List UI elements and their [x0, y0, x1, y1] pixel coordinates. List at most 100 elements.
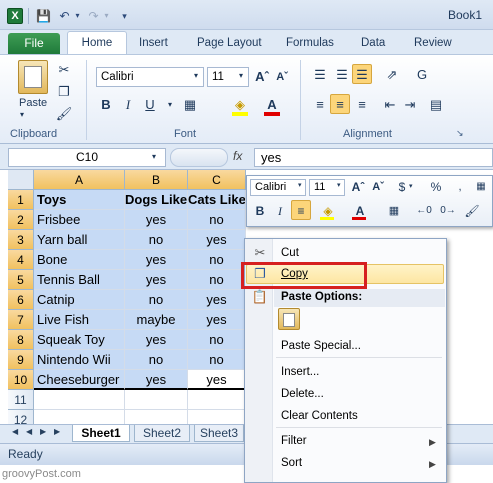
tab-insert[interactable]: Insert	[139, 37, 168, 49]
customize-toolbar-icon[interactable]: ▾	[117, 9, 132, 23]
borders-icon[interactable]: ▦	[180, 95, 200, 115]
sheet-tab-sheet2[interactable]: Sheet2	[134, 425, 190, 442]
formula-bar-splitter[interactable]	[170, 148, 228, 167]
row-header[interactable]: 8	[8, 330, 34, 350]
tab-file[interactable]: File	[8, 33, 60, 54]
column-header-c[interactable]: C	[188, 170, 246, 190]
cell-a[interactable]: Live Fish	[34, 310, 125, 330]
sheet-tab-sheet1[interactable]: Sheet1	[72, 425, 130, 442]
mini-format-painter-icon[interactable]: 🖌	[462, 201, 482, 221]
copy-icon[interactable]: ❐	[54, 82, 74, 102]
italic-button[interactable]: I	[118, 95, 138, 115]
mini-percent-icon[interactable]: %	[426, 177, 446, 197]
cell-a[interactable]: Toys	[34, 190, 125, 210]
last-sheet-icon[interactable]: ▶	[54, 427, 60, 436]
next-sheet-icon[interactable]: ▶	[40, 427, 46, 436]
row-header[interactable]: 11	[8, 390, 34, 410]
column-header-a[interactable]: A	[34, 170, 125, 190]
align-left-icon[interactable]: ≡	[310, 95, 330, 115]
cell-a[interactable]: Catnip	[34, 290, 125, 310]
column-header-b[interactable]: B	[125, 170, 188, 190]
cell-a[interactable]: Squeak Toy	[34, 330, 125, 350]
cell-a[interactable]: Nintendo Wii	[34, 350, 125, 370]
row-header[interactable]: 4	[8, 250, 34, 270]
tab-data[interactable]: Data	[361, 37, 385, 49]
cell-b[interactable]: Dogs Like	[125, 190, 188, 210]
cell-a[interactable]: Cheeseburger	[34, 370, 125, 390]
mini-shrink-font-icon[interactable]: Aˇ	[368, 177, 388, 197]
cell-b[interactable]: maybe	[125, 310, 188, 330]
cell-c[interactable]	[188, 390, 246, 410]
cell-a[interactable]: Yarn ball	[34, 230, 125, 250]
mini-increase-decimal-icon[interactable]: ←0	[414, 201, 434, 221]
cell-c[interactable]: yes	[188, 290, 246, 310]
menu-item-insert[interactable]: Insert...	[281, 366, 319, 378]
merge-center-icon[interactable]: ▤	[426, 95, 446, 115]
top-align-icon[interactable]: ☰	[310, 65, 330, 85]
excel-app-icon[interactable]: X	[7, 8, 23, 24]
select-all-button[interactable]	[8, 170, 34, 190]
cell-b[interactable]: yes	[125, 330, 188, 350]
cell-b[interactable]: no	[125, 350, 188, 370]
cell-c[interactable]: yes	[188, 370, 246, 390]
prev-sheet-icon[interactable]: ◀	[26, 427, 32, 436]
shrink-font-icon[interactable]: Aˇ	[272, 67, 292, 87]
mini-comma-icon[interactable]: ,	[450, 177, 470, 197]
underline-dropdown-icon[interactable]: ▾	[160, 95, 180, 115]
mini-bold-button[interactable]: B	[250, 201, 270, 221]
decrease-indent-icon[interactable]: ⇤	[380, 95, 400, 115]
menu-item-paste-special[interactable]: Paste Special...	[281, 340, 361, 352]
cell-b[interactable]	[125, 390, 188, 410]
paste-button[interactable]: Paste	[19, 97, 47, 109]
orientation-icon[interactable]: ⇗	[382, 65, 402, 85]
align-center-icon[interactable]: ≡	[330, 94, 350, 114]
increase-indent-icon[interactable]: ⇥	[400, 95, 420, 115]
mini-size-dropdown-icon[interactable]: ▾	[337, 181, 341, 189]
name-box[interactable]: C10	[8, 148, 166, 167]
underline-button[interactable]: U	[140, 95, 160, 115]
tab-home[interactable]: Home	[67, 31, 127, 55]
middle-align-icon[interactable]: ☰	[332, 65, 352, 85]
cell-b[interactable]: yes	[125, 250, 188, 270]
cell-a[interactable]	[34, 390, 125, 410]
font-size-dropdown-icon[interactable]: ▾	[239, 71, 243, 80]
mini-grow-font-icon[interactable]: Aˆ	[348, 177, 368, 197]
paste-dropdown-icon[interactable]: ▾	[20, 110, 24, 119]
menu-item-cut[interactable]: Cut	[281, 247, 299, 259]
insert-function-icon[interactable]: fx	[233, 149, 242, 163]
cell-b[interactable]: yes	[125, 210, 188, 230]
mini-font-dropdown-icon[interactable]: ▾	[298, 181, 302, 189]
row-header[interactable]: 9	[8, 350, 34, 370]
mini-italic-button[interactable]: I	[270, 201, 290, 221]
cell-a[interactable]: Frisbee	[34, 210, 125, 230]
menu-item-clear-contents[interactable]: Clear Contents	[281, 410, 358, 422]
cell-b[interactable]: no	[125, 230, 188, 250]
menu-item-sort[interactable]: Sort	[281, 457, 302, 469]
cell-c[interactable]: no	[188, 250, 246, 270]
cut-icon[interactable]: ✂	[54, 60, 74, 80]
tab-formulas[interactable]: Formulas	[286, 37, 334, 49]
tab-review[interactable]: Review	[414, 37, 452, 49]
undo-dropdown-icon[interactable]: ▾	[70, 9, 85, 23]
cell-b[interactable]: yes	[125, 370, 188, 390]
row-header[interactable]: 3	[8, 230, 34, 250]
first-sheet-icon[interactable]: ◀	[12, 427, 18, 436]
cell-c[interactable]: no	[188, 210, 246, 230]
cell-b[interactable]: yes	[125, 270, 188, 290]
mini-borders-icon[interactable]: ▦	[384, 201, 404, 221]
format-painter-icon[interactable]: 🖌	[54, 104, 74, 124]
cell-a[interactable]: Tennis Ball	[34, 270, 125, 290]
cell-a[interactable]: Bone	[34, 250, 125, 270]
cell-c[interactable]: yes	[188, 310, 246, 330]
mini-format-icon[interactable]: ▦	[471, 177, 491, 197]
mini-decrease-decimal-icon[interactable]: 0→	[438, 201, 458, 221]
row-header[interactable]: 5	[8, 270, 34, 290]
cell-c[interactable]: no	[188, 350, 246, 370]
mini-center-icon[interactable]: ≡	[291, 200, 311, 220]
cell-c[interactable]: no	[188, 270, 246, 290]
mini-currency-dropdown-icon[interactable]: ▾	[409, 182, 413, 190]
row-header[interactable]: 6	[8, 290, 34, 310]
row-header[interactable]: 7	[8, 310, 34, 330]
sheet-tab-sheet3[interactable]: Sheet3	[194, 425, 244, 442]
cell-c[interactable]: Cats Like	[188, 190, 246, 210]
